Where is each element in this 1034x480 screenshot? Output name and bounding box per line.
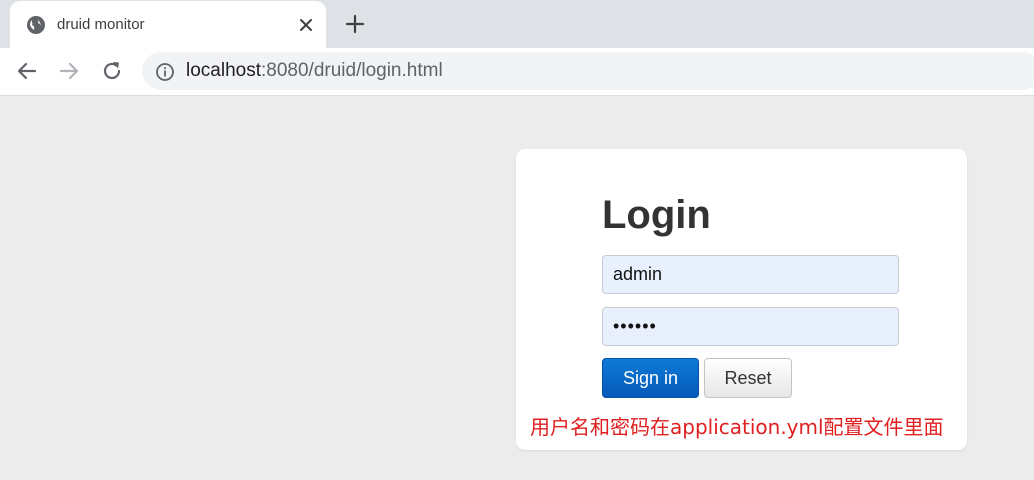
- reset-button[interactable]: Reset: [704, 358, 792, 398]
- credentials-note: 用户名和密码在application.yml配置文件里面: [530, 415, 944, 439]
- tab-strip: druid monitor: [0, 0, 1034, 48]
- address-bar[interactable]: localhost:8080/druid/login.html: [142, 52, 1034, 90]
- sign-in-button[interactable]: Sign in: [602, 358, 699, 398]
- password-input[interactable]: [602, 307, 899, 346]
- reload-icon[interactable]: [99, 58, 125, 84]
- close-icon[interactable]: [296, 15, 316, 35]
- forward-arrow-icon[interactable]: [56, 58, 82, 84]
- page-content: Login Sign in Reset 用户名和密码在application.y…: [0, 96, 1034, 480]
- url-text[interactable]: localhost:8080/druid/login.html: [186, 61, 443, 81]
- url-path: :8080/druid/login.html: [261, 60, 443, 81]
- browser-toolbar: localhost:8080/druid/login.html: [0, 48, 1034, 96]
- login-card: Login Sign in Reset 用户名和密码在application.y…: [516, 149, 967, 450]
- back-arrow-icon[interactable]: [14, 58, 40, 84]
- info-icon[interactable]: [155, 62, 175, 82]
- username-input[interactable]: [602, 255, 899, 294]
- globe-icon: [27, 16, 45, 34]
- browser-tab[interactable]: druid monitor: [10, 1, 326, 48]
- plus-icon[interactable]: [344, 13, 366, 35]
- login-heading: Login: [602, 193, 711, 237]
- url-host: localhost: [186, 60, 261, 81]
- tab-title: druid monitor: [57, 16, 145, 33]
